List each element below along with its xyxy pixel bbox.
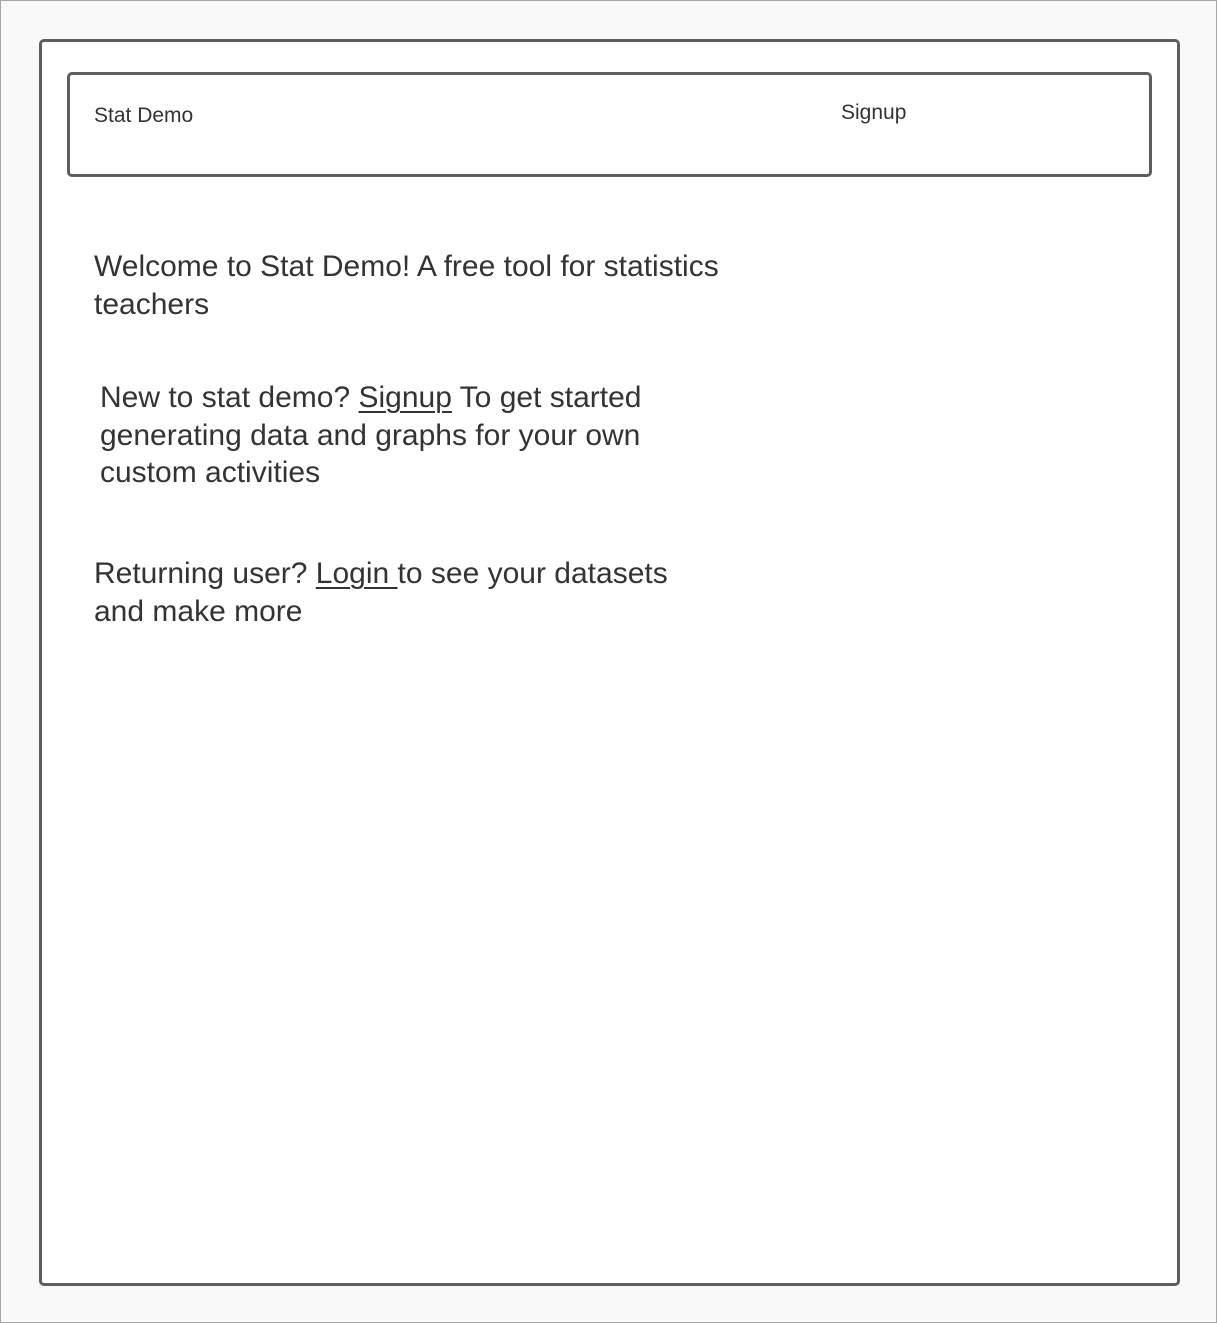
nav-signup-link[interactable]: Signup xyxy=(841,100,906,126)
login-link[interactable]: Login xyxy=(316,557,398,590)
welcome-text: Welcome to Stat Demo! A free tool for st… xyxy=(94,250,719,321)
new-user-prefix: New to stat demo? xyxy=(100,381,359,414)
navbar xyxy=(67,72,1152,177)
signup-link[interactable]: Signup xyxy=(358,381,451,414)
returning-user-text: Returning user? Login to see your datase… xyxy=(94,555,714,630)
brand-title[interactable]: Stat Demo xyxy=(94,103,193,129)
page-frame xyxy=(39,39,1180,1286)
new-user-text: New to stat demo? Signup To get started … xyxy=(100,379,700,492)
returning-user-prefix: Returning user? xyxy=(94,557,316,590)
